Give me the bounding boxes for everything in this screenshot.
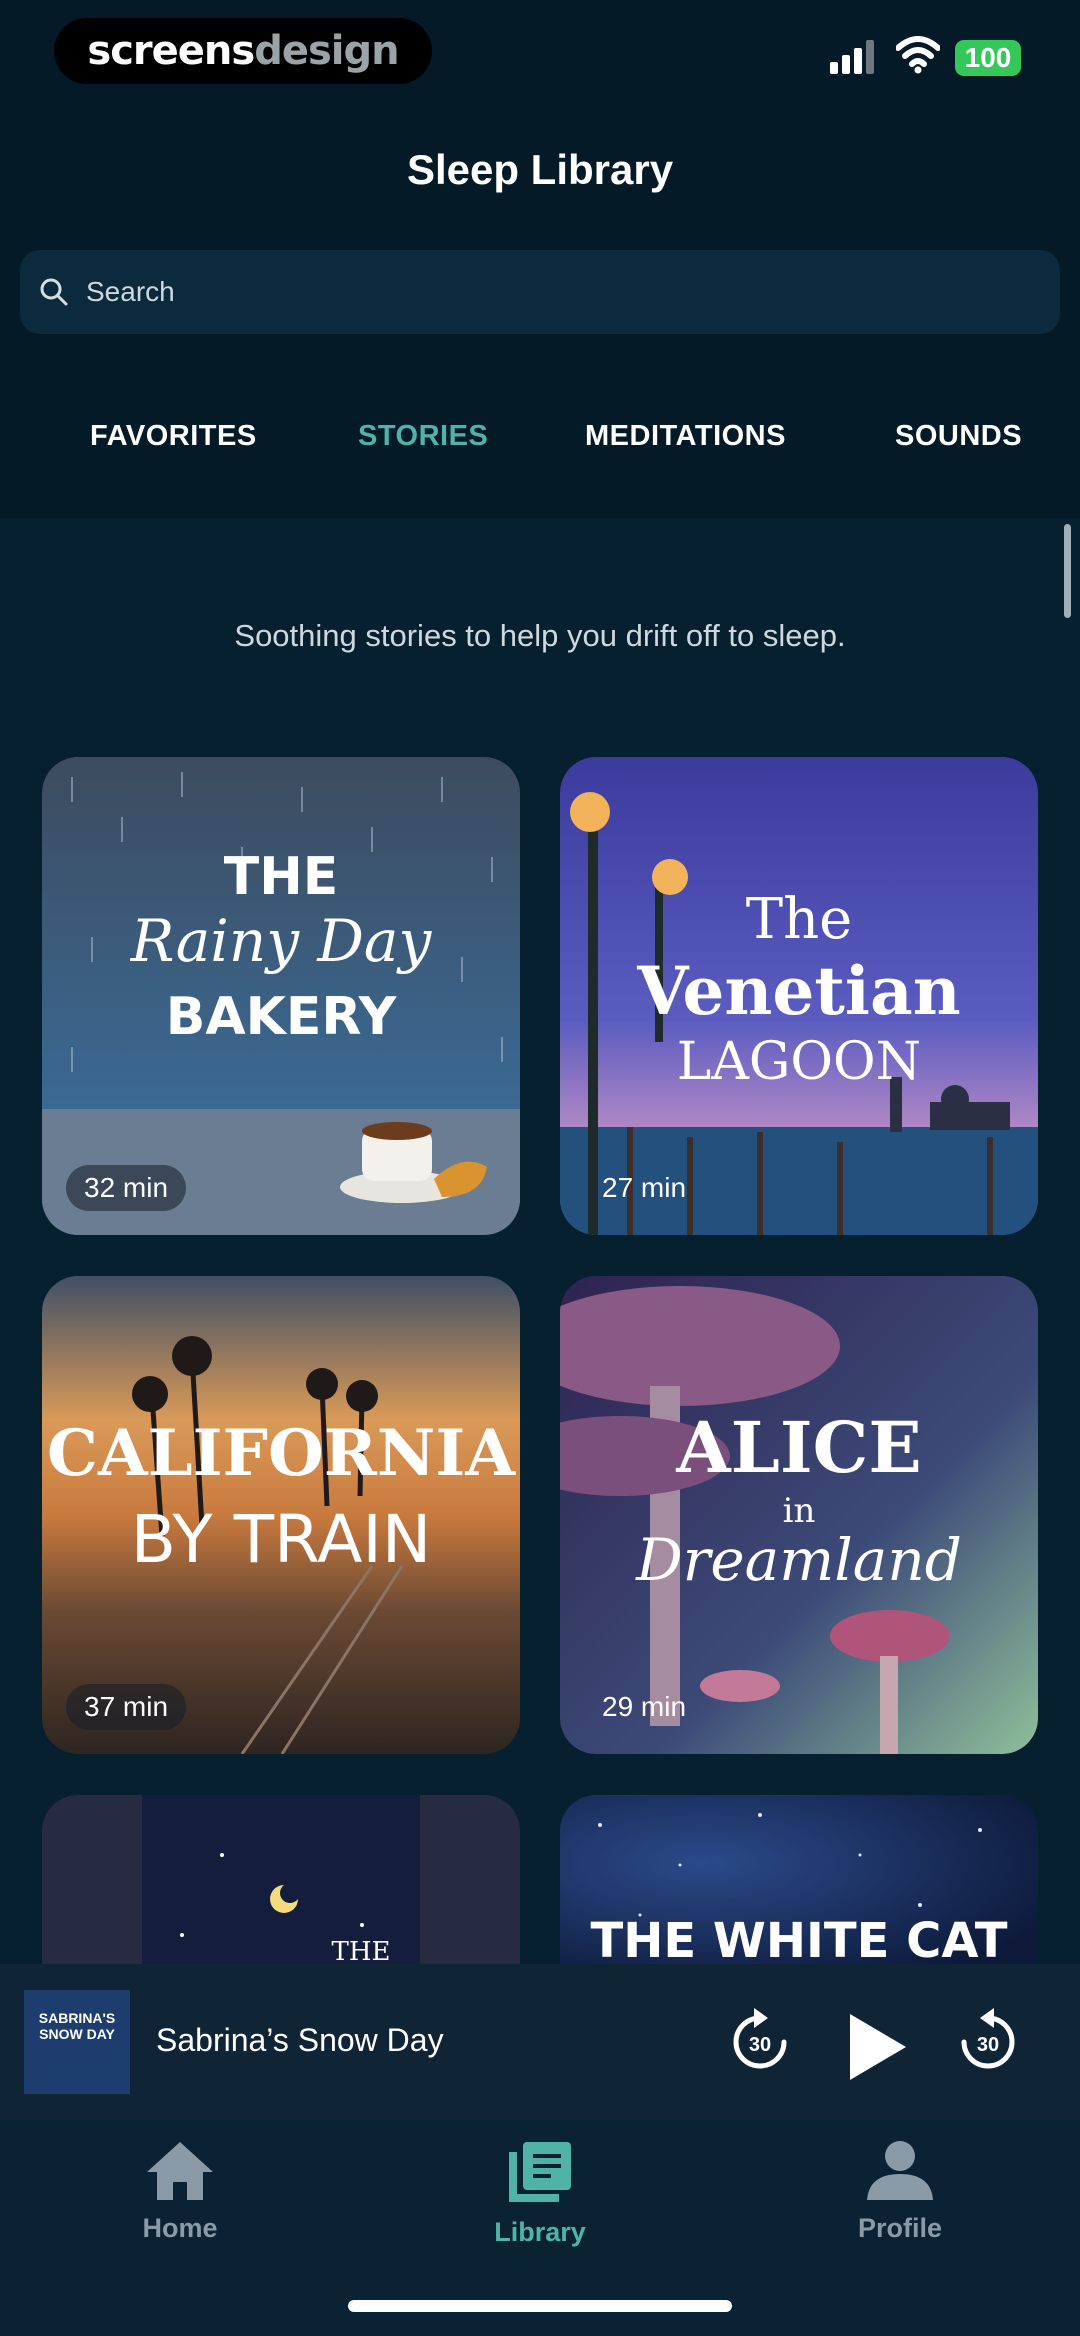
brand-logo: screens design [54,18,432,84]
story-title-line: Rainy Day [130,907,432,975]
home-icon [147,2142,213,2200]
story-title-line: THE WHITE CAT [590,1913,1008,1964]
story-title-line: CALIFORNIA [47,1416,515,1491]
duration-badge: 37 min [66,1684,187,1730]
nav-profile[interactable]: Profile [800,2140,1000,2244]
scrollbar[interactable] [1064,524,1071,618]
brand-logo-part1: screens [87,28,255,74]
skip-back-30-button[interactable]: 30 [728,2004,792,2081]
story-card-the-white-cat[interactable]: THE WHITE CAT [560,1795,1038,1964]
wifi-icon [896,36,940,74]
skip-forward-seconds: 30 [977,2034,999,2056]
skip-forward-30-button[interactable]: 30 [956,2004,1020,2081]
forward-icon: 30 [961,2008,1015,2069]
nav-library[interactable]: Library [440,2140,640,2248]
intro-text: Soothing stories to help you drift off t… [234,618,846,653]
page-title: Sleep Library [406,146,674,193]
story-card-alice-in-dreamland[interactable]: ALICE in Dreamland 29 min [560,1276,1038,1754]
tab-favorites[interactable]: FAVORITES [90,420,257,453]
story-card-venetian-lagoon[interactable]: The Venetian LAGOON 27 min [560,757,1038,1235]
play-button[interactable] [842,2010,912,2089]
tab-stories[interactable]: STORIES [358,420,488,453]
library-icon [509,2142,571,2202]
mini-player[interactable]: SABRINA'S SNOW DAY Sabrina’s Snow Day 30… [0,1964,1080,2120]
duration-badge: 29 min [602,1691,687,1722]
rewind-icon: 30 [733,2008,787,2069]
story-title-line: BAKERY [165,987,397,1047]
status-bar: screens design 100 [0,0,1080,110]
now-playing-cover: SABRINA'S SNOW DAY [24,1990,130,2094]
category-tabs: FAVORITES STORIES MEDITATIONS SOUNDS [0,410,1080,468]
story-card-rainy-day-bakery[interactable]: THE Rainy Day BAKERY 32 min [42,757,520,1235]
search-icon [40,278,68,306]
nav-home[interactable]: Home [80,2140,280,2244]
nav-library-label: Library [494,2217,586,2247]
story-title-line: The [745,887,853,952]
story-title-line: THE [331,1937,391,1964]
profile-icon [867,2141,933,2200]
story-title-line: BY TRAIN [130,1501,432,1578]
tab-sounds[interactable]: SOUNDS [895,420,1022,453]
nav-profile-label: Profile [857,2213,943,2243]
skip-back-seconds: 30 [749,2034,771,2056]
nav-home-label: Home [142,2213,218,2243]
tab-meditations[interactable]: MEDITATIONS [585,420,786,453]
battery-indicator: 100 [955,40,1021,76]
story-title-line: LAGOON [676,1032,922,1092]
cover-title: SABRINA'S SNOW DAY [38,2010,116,2042]
play-icon [850,2014,906,2080]
story-card-partial[interactable]: THE [42,1795,520,1964]
story-title-line: Venetian [637,952,961,1030]
duration-badge: 27 min [602,1172,687,1203]
story-title-line: in [782,1491,816,1531]
story-title-line: Dreamland [636,1526,962,1594]
search-input[interactable] [84,275,988,309]
story-card-california-by-train[interactable]: CALIFORNIA BY TRAIN 37 min [42,1276,520,1754]
story-title-line: THE [223,847,339,907]
story-title-line: ALICE [676,1406,922,1489]
brand-logo-part2: design [254,28,399,74]
home-indicator[interactable] [348,2300,732,2312]
duration-badge: 32 min [66,1165,187,1211]
now-playing-title: Sabrina’s Snow Day [156,2022,444,2058]
signal-icon [830,40,874,74]
search-bar[interactable] [20,250,1060,334]
